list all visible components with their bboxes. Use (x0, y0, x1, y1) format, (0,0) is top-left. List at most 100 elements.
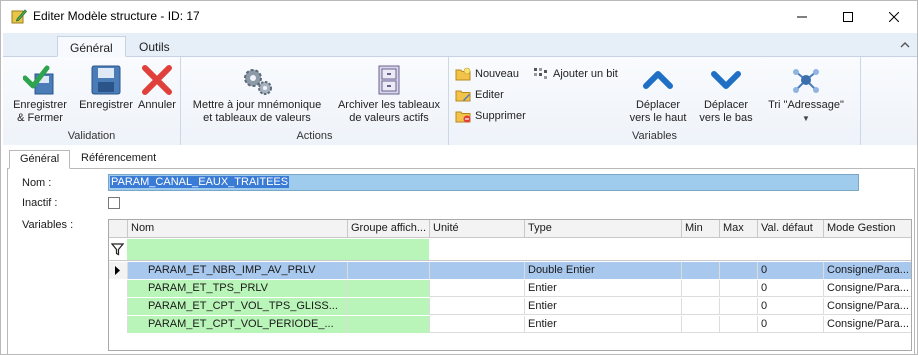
cell-min[interactable] (681, 280, 719, 297)
move-up-label: Déplacer vers le haut (629, 99, 687, 124)
edit-variable-button[interactable]: Editer (455, 86, 504, 104)
row-indicator (109, 262, 127, 279)
cell-groupe[interactable] (347, 280, 429, 297)
ribbon-tab-outils[interactable]: Outils (127, 36, 182, 57)
archive-tables-label: Archiver les tableaux de valeurs actifs (337, 99, 441, 124)
collapse-ribbon-icon[interactable] (899, 39, 911, 51)
cell-unite[interactable] (429, 316, 524, 333)
cell-nom[interactable]: PARAM_ET_CPT_VOL_TPS_GLISS... (127, 298, 347, 315)
cell-nom[interactable]: PARAM_ET_CPT_VOL_PERIODE_... (127, 316, 347, 333)
col-header-groupe[interactable]: Groupe affich... (347, 220, 429, 238)
add-bit-button[interactable]: Ajouter un bit (533, 65, 618, 83)
table-row[interactable]: PARAM_ET_CPT_VOL_TPS_GLISS... Entier 0 C… (109, 298, 911, 315)
cell-min[interactable] (681, 316, 719, 333)
group-actions-label: Actions (296, 130, 333, 142)
col-header-mode[interactable]: Mode Gestion (823, 220, 913, 238)
cell-mode[interactable]: Consigne/Para... (823, 280, 911, 297)
cell-unite[interactable] (429, 280, 524, 297)
col-header-type[interactable]: Type (524, 220, 681, 238)
archive-tables-button[interactable]: Archiver les tableaux de valeurs actifs (329, 63, 449, 125)
table-row[interactable]: PARAM_ET_CPT_VOL_PERIODE_... Entier 0 Co… (109, 316, 911, 333)
save-close-icon (23, 65, 54, 95)
cell-groupe[interactable] (347, 262, 429, 279)
group-variables-label: Variables (631, 130, 678, 142)
table-row[interactable]: PARAM_ET_NBR_IMP_AV_PRLV Double Entier 0… (109, 262, 911, 279)
close-button[interactable] (871, 1, 917, 32)
tab-referencement[interactable]: Référencement (71, 150, 166, 169)
cell-max[interactable] (719, 316, 757, 333)
gears-icon (244, 69, 272, 95)
cell-defaut[interactable]: 0 (757, 298, 823, 315)
cell-defaut[interactable]: 0 (757, 262, 823, 279)
cell-type[interactable]: Entier (524, 316, 681, 333)
maximize-icon (843, 11, 853, 22)
minimize-button[interactable] (779, 1, 825, 32)
cancel-label: Annuler (138, 99, 176, 111)
cell-defaut[interactable]: 0 (757, 316, 823, 333)
current-row-arrow-icon (115, 266, 120, 275)
edit-variable-label: Editer (475, 89, 504, 101)
add-bit-label: Ajouter un bit (553, 68, 618, 80)
sort-addressing-label: Tri "Adressage" (768, 99, 844, 111)
maximize-button[interactable] (825, 1, 871, 32)
delete-variable-button[interactable]: Supprimer (455, 107, 526, 125)
row-header-corner (109, 220, 127, 238)
cell-max[interactable] (719, 262, 757, 279)
cell-defaut[interactable]: 0 (757, 280, 823, 297)
save-close-label: Enregistrer & Fermer (13, 99, 67, 124)
folder-edit-icon (455, 90, 471, 102)
variables-label: Variables : (22, 219, 74, 231)
network-icon (793, 69, 819, 93)
move-up-button[interactable]: Déplacer vers le haut (623, 63, 693, 125)
sort-addressing-button[interactable]: Tri "Adressage" ▼ (761, 63, 851, 125)
move-down-button[interactable]: Déplacer vers le bas (691, 63, 761, 125)
filter-icon[interactable] (111, 243, 124, 256)
save-close-button[interactable]: Enregistrer & Fermer (9, 63, 71, 125)
name-field-value: PARAM_CANAL_EAUX_TRAITEES (110, 176, 290, 188)
col-header-defaut[interactable]: Val. défaut (757, 220, 823, 238)
save-label: Enregistrer (79, 99, 133, 111)
chevron-up-icon (643, 71, 673, 89)
save-button[interactable]: Enregistrer (75, 63, 137, 112)
cell-nom[interactable]: PARAM_ET_NBR_IMP_AV_PRLV (127, 262, 347, 279)
cell-mode[interactable]: Consigne/Para... (823, 262, 911, 279)
update-mnemonic-button[interactable]: Mettre à jour mnémonique et tableaux de … (187, 63, 327, 125)
filter-cell-nom[interactable] (127, 239, 429, 260)
group-validation-label: Validation (67, 130, 116, 142)
cell-groupe[interactable] (347, 316, 429, 333)
title-bar: Editer Modèle structure - ID: 17 (1, 1, 917, 32)
bits-icon (534, 68, 547, 79)
table-row[interactable]: PARAM_ET_TPS_PRLV Entier 0 Consigne/Para… (109, 280, 911, 297)
col-header-min[interactable]: Min (681, 220, 719, 238)
window-title: Editer Modèle structure - ID: 17 (33, 9, 200, 23)
app-pencil-icon (11, 9, 27, 24)
cell-min[interactable] (681, 262, 719, 279)
cancel-button[interactable]: Annuler (135, 63, 179, 112)
cell-groupe[interactable] (347, 298, 429, 315)
folder-delete-icon (455, 111, 471, 123)
tab-general[interactable]: Général (9, 150, 71, 169)
cell-nom[interactable]: PARAM_ET_TPS_PRLV (127, 280, 347, 297)
col-header-max[interactable]: Max (719, 220, 757, 238)
cell-mode[interactable]: Consigne/Para... (823, 298, 911, 315)
cell-type[interactable]: Entier (524, 298, 681, 315)
cell-type[interactable]: Double Entier (524, 262, 681, 279)
col-header-unite[interactable]: Unité (429, 220, 524, 238)
close-icon (889, 11, 899, 22)
inactive-checkbox[interactable] (108, 197, 120, 209)
col-header-nom[interactable]: Nom (127, 220, 347, 238)
cell-max[interactable] (719, 298, 757, 315)
new-variable-button[interactable]: Nouveau (455, 65, 519, 83)
cell-max[interactable] (719, 280, 757, 297)
name-field[interactable]: PARAM_CANAL_EAUX_TRAITEES (108, 174, 859, 191)
cell-min[interactable] (681, 298, 719, 315)
update-mnemonic-label: Mettre à jour mnémonique et tableaux de … (192, 99, 322, 124)
cell-unite[interactable] (429, 262, 524, 279)
name-label: Nom : (22, 177, 52, 189)
cell-unite[interactable] (429, 298, 524, 315)
floppy-icon (91, 65, 121, 95)
group-variables: Nouveau Editer Supprimer Ajouter un bit (449, 57, 861, 145)
cell-type[interactable]: Entier (524, 280, 681, 297)
ribbon-tab-general[interactable]: Général (57, 36, 126, 57)
cell-mode[interactable]: Consigne/Para... (823, 316, 911, 333)
